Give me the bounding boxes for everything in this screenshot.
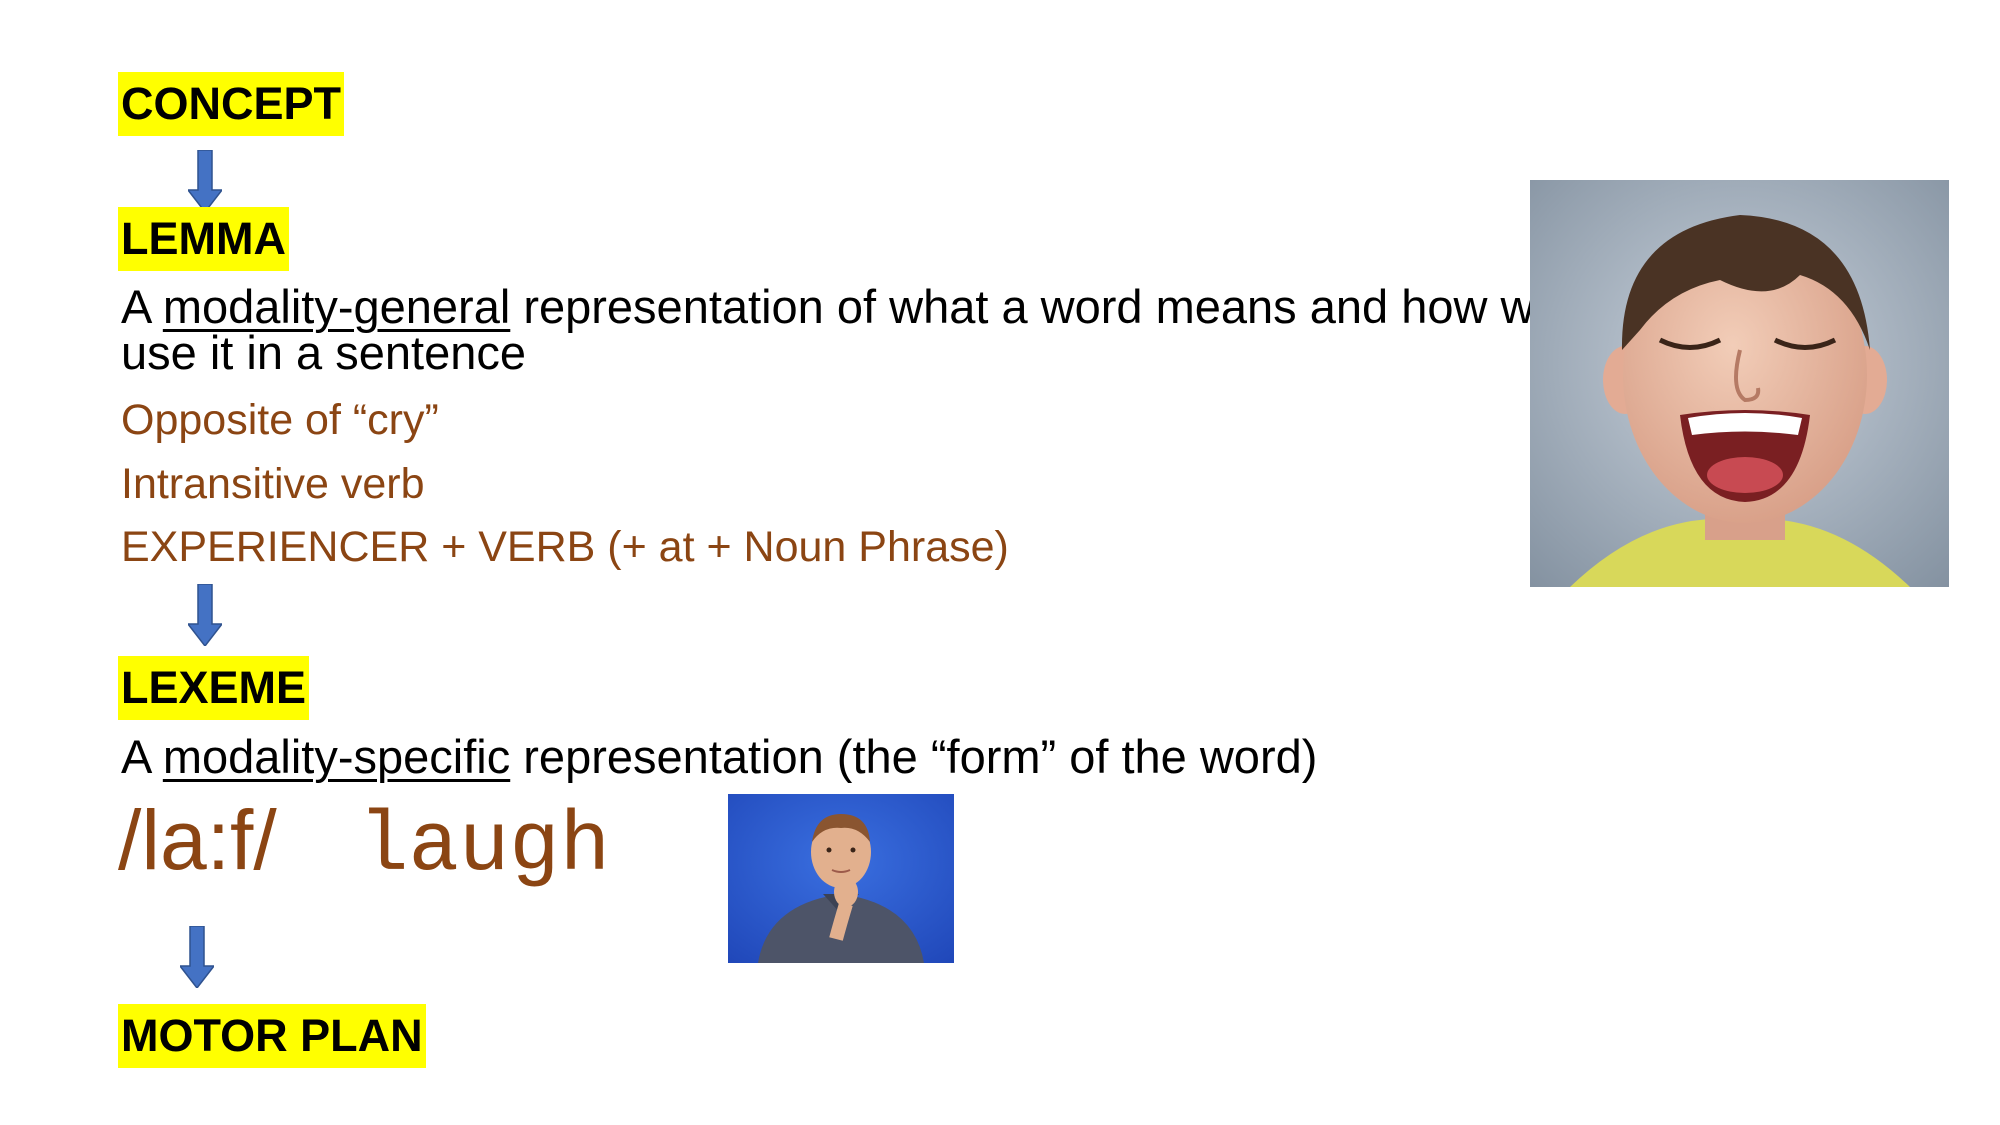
stage-lemma: LEMMA — [118, 207, 289, 271]
lexeme-desc-underlined: modality-specific — [162, 730, 511, 783]
lexeme-desc-rest: representation (the “form” of the word) — [510, 730, 1318, 783]
stage-concept: CONCEPT — [118, 72, 345, 136]
lemma-example-1: Opposite of “cry” — [121, 396, 439, 444]
lemma-description: A modality-general representation of wha… — [121, 283, 1561, 376]
lemma-example-2: Intransitive verb — [121, 460, 425, 508]
phonological-form: /la:f/ — [118, 793, 277, 887]
lexeme-forms: /la:f/ laugh — [118, 790, 610, 898]
down-arrow-icon — [188, 150, 222, 212]
lexeme-description: A modality-specific representation (the … — [121, 733, 1561, 780]
stage-lexeme: LEXEME — [118, 656, 310, 720]
laughing-child-photo — [1530, 180, 1949, 587]
sign-language-video-still — [728, 794, 954, 963]
lexeme-desc-prefix: A — [121, 730, 163, 783]
orthographic-form: laugh — [358, 800, 611, 895]
stage-motor-plan: MOTOR PLAN — [118, 1004, 426, 1068]
down-arrow-icon — [188, 584, 222, 646]
down-arrow-icon — [180, 926, 214, 988]
lemma-example-3: EXPERIENCER + VERB (+ at + Noun Phrase) — [121, 523, 1009, 571]
